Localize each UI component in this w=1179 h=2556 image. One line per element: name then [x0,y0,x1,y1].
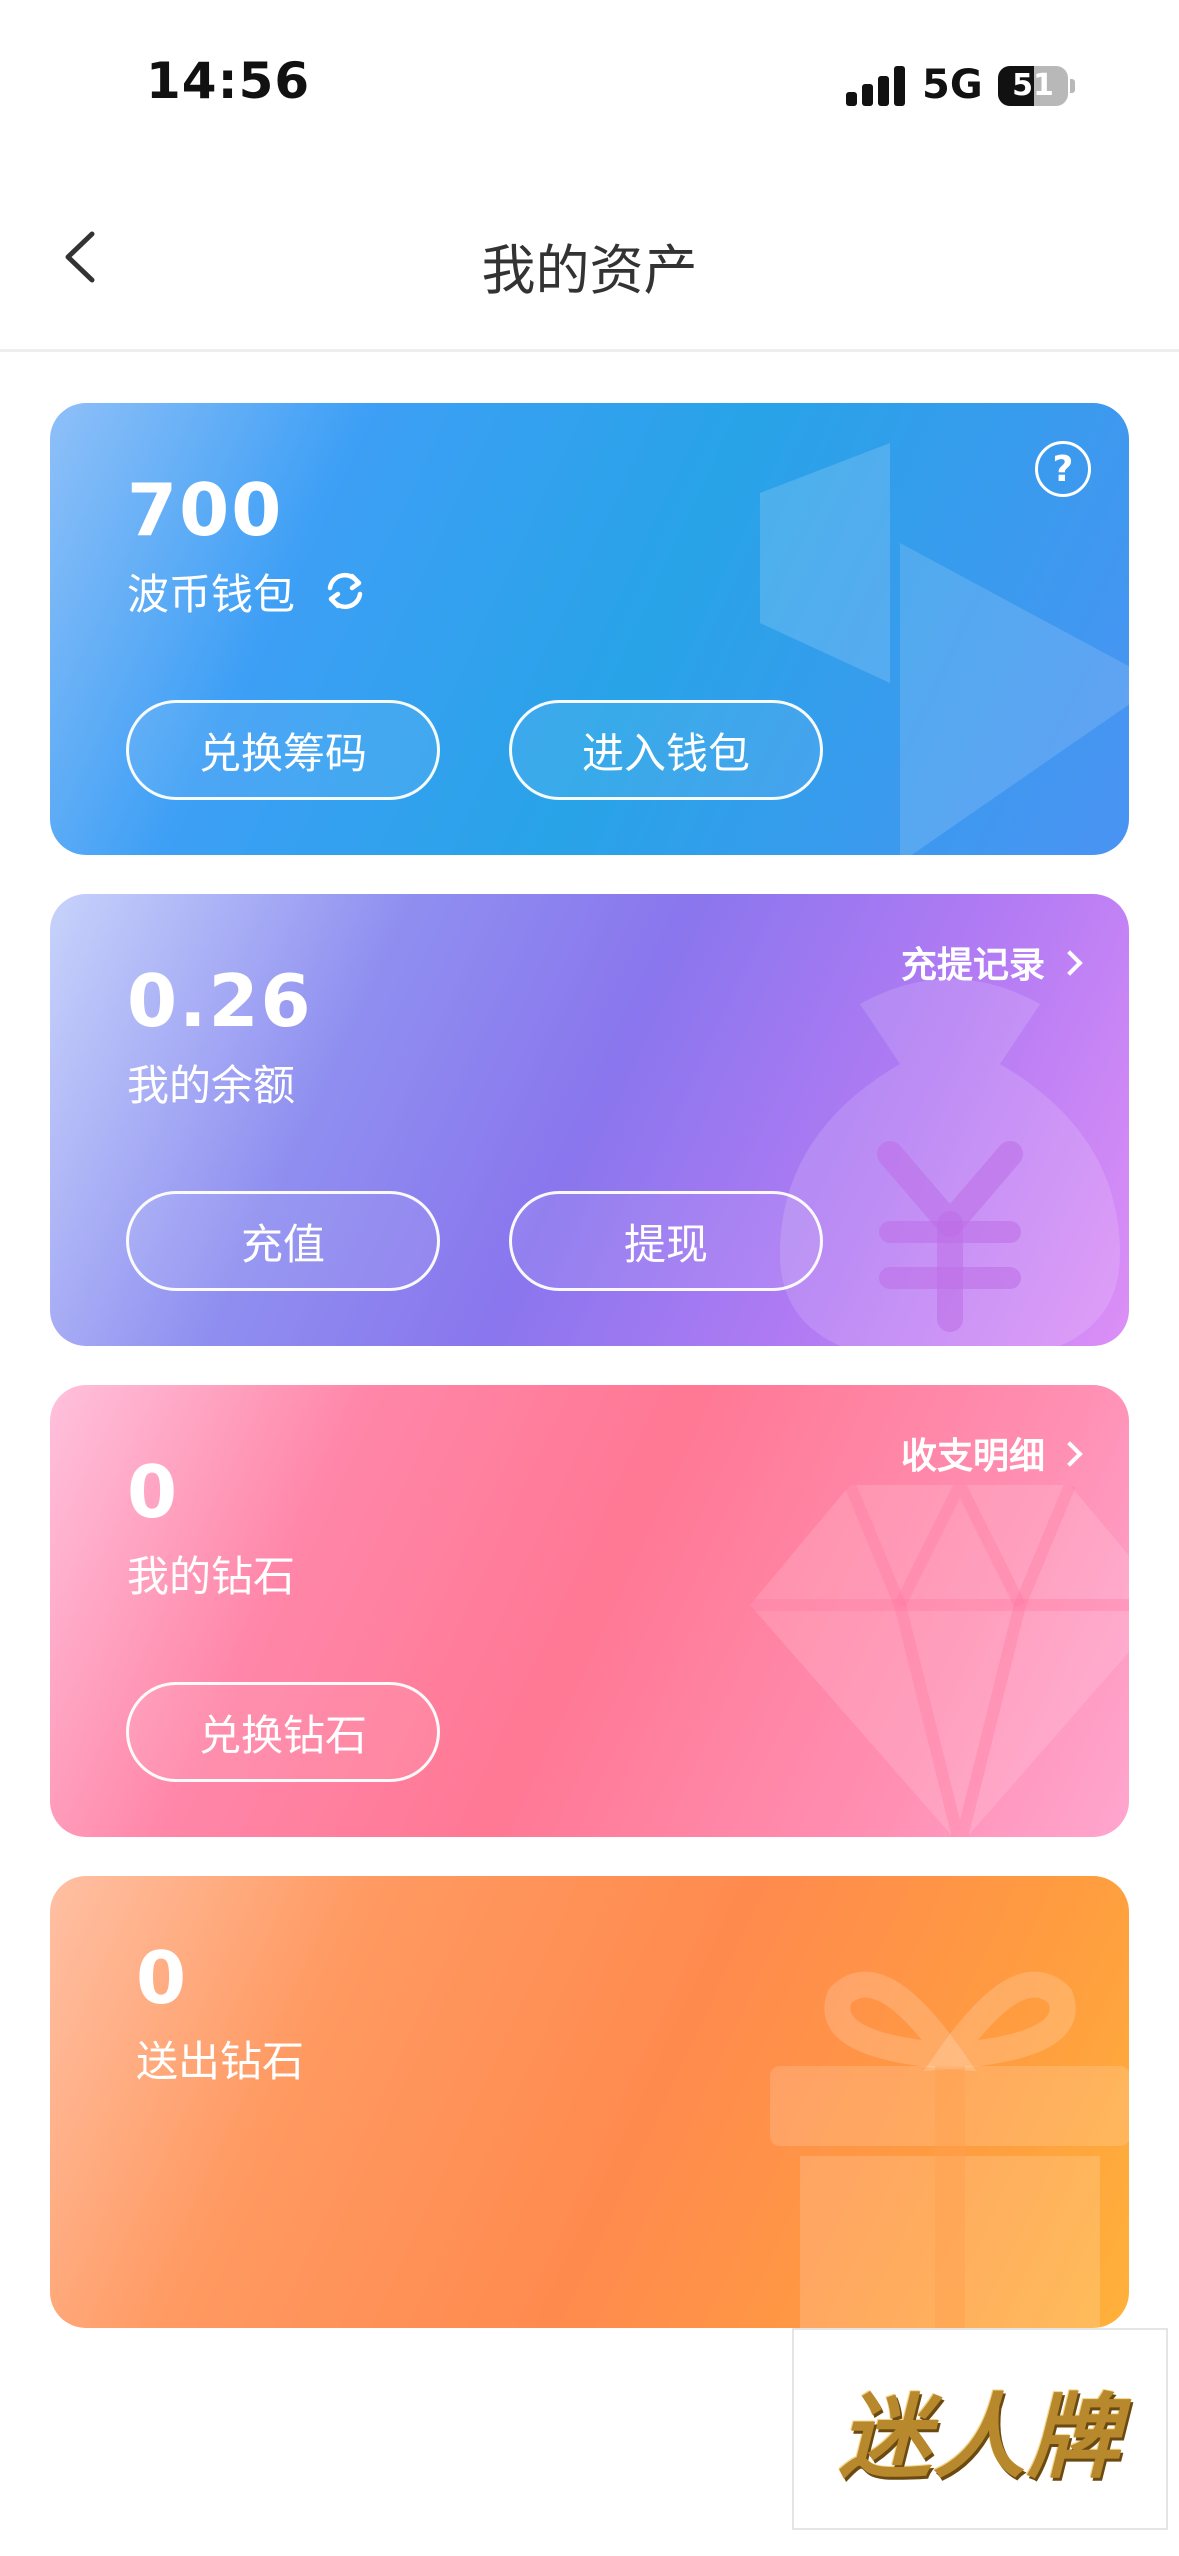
sent-diamonds-label: 送出钻石 [136,2037,305,2086]
diamond-card: 收支明细 0 我的钻石 兑换钻石 [50,1385,1129,1837]
nav-bar: 我的资产 [0,170,1179,352]
status-time: 14:56 [146,52,311,110]
sent-diamonds-card: 0 送出钻石 [50,1876,1129,2328]
status-bar: 14:56 5G 51 [0,0,1179,170]
income-expense-details-link[interactable]: 收支明细 [900,1427,1083,1479]
chevron-right-icon [1057,1441,1083,1467]
page-title: 我的资产 [481,239,698,302]
recharge-button[interactable]: 充值 [126,1191,440,1291]
details-link-label: 收支明细 [900,1436,1045,1477]
watermark-text: 迷人牌 [838,2382,1121,2491]
wallet-card: ? 700 波币钱包 兑换筹码 进入钱包 [50,403,1129,855]
diamond-icon [750,1485,1129,1837]
exchange-chips-button[interactable]: 兑换筹码 [126,700,440,800]
withdraw-button[interactable]: 提现 [509,1191,823,1291]
balance-label: 我的余额 [127,1061,296,1110]
diamond-label: 我的钻石 [127,1552,296,1601]
balance-card: 充提记录 0.26 我的余额 充值 提现 [50,894,1129,1346]
recharge-withdraw-records-link[interactable]: 充提记录 [900,936,1083,988]
diamond-value: 0 [127,1450,180,1534]
balance-value: 0.26 [127,959,313,1043]
wallet-label: 波币钱包 [127,570,296,619]
network-label: 5G [922,62,983,108]
wallet-value: 700 [127,468,284,552]
records-link-label: 充提记录 [900,945,1045,986]
money-bag-yen-icon [780,979,1120,1346]
help-icon[interactable]: ? [1035,441,1091,497]
gift-icon [770,1971,1129,2328]
battery-level: 51 [1012,68,1054,103]
signal-icon [846,66,908,106]
chevron-right-icon [1057,950,1083,976]
enter-wallet-button[interactable]: 进入钱包 [509,700,823,800]
watermark-logo: 迷人牌 [792,2328,1168,2530]
battery-icon: 51 [998,66,1075,106]
refresh-icon[interactable] [322,568,368,614]
sent-diamonds-value: 0 [136,1936,189,2020]
exchange-diamonds-button[interactable]: 兑换钻石 [126,1682,440,1782]
